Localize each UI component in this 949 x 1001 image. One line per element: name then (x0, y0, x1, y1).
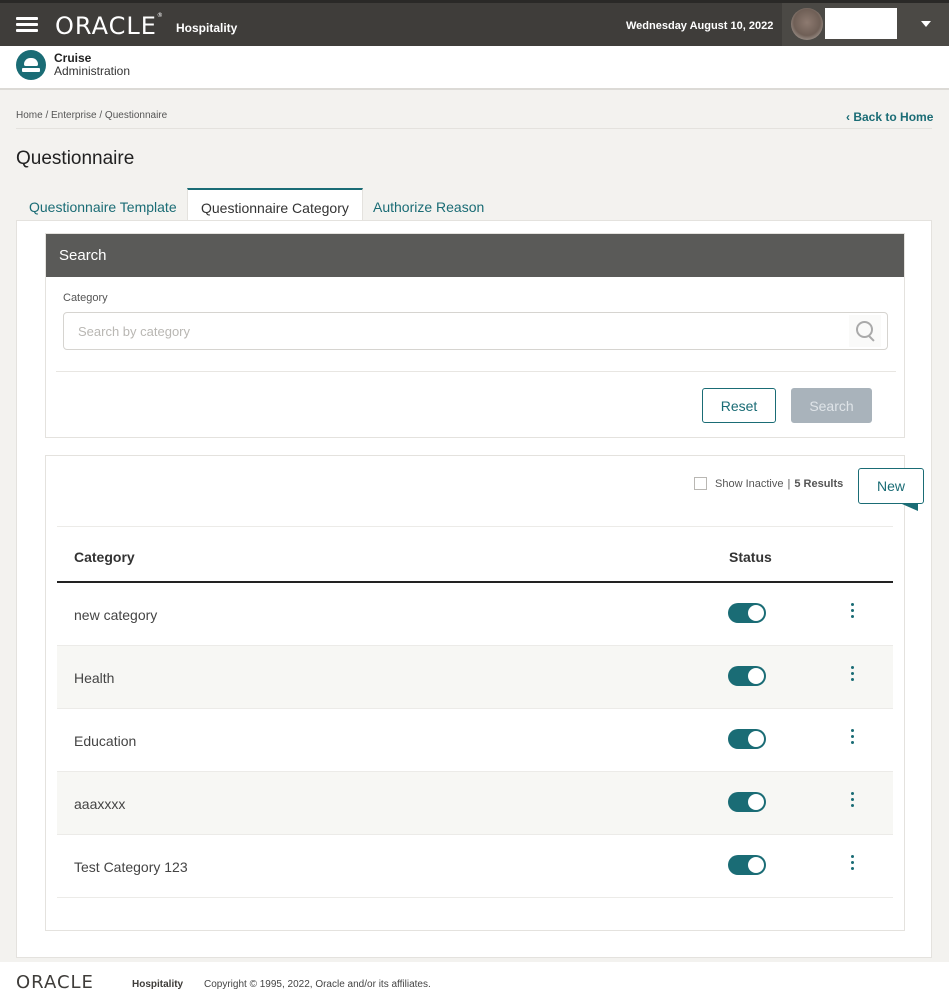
category-search-field[interactable] (63, 312, 888, 350)
category-name: Test Category 123 (74, 859, 188, 875)
app-module: Administration (54, 64, 131, 78)
table-row: Test Category 123 (57, 835, 893, 898)
more-options-icon[interactable] (847, 666, 857, 688)
oracle-logo: ORACLE® (55, 12, 164, 40)
reset-button[interactable]: Reset (702, 388, 776, 423)
column-header-category[interactable]: Category (74, 549, 135, 565)
footer-oracle-logo: ORACLE (16, 972, 94, 993)
username[interactable] (825, 8, 897, 39)
back-to-home-label: Back to Home (853, 110, 934, 124)
caret-down-icon[interactable] (921, 21, 931, 27)
category-name: aaaxxxx (74, 796, 126, 812)
current-date: Wednesday August 10, 2022 (626, 20, 774, 32)
top-navigation-bar: ORACLE® Hospitality Wednesday August 10,… (0, 0, 949, 46)
status-toggle[interactable] (728, 855, 766, 875)
back-to-home-link[interactable]: ‹ Back to Home (846, 110, 933, 124)
table-row: aaaxxxx (57, 772, 893, 835)
user-menu[interactable] (782, 3, 949, 46)
breadcrumb[interactable]: Home / Enterprise / Questionnaire (16, 110, 167, 121)
divider (56, 371, 896, 372)
results-panel: Show Inactive | 5 Results New Category S… (45, 455, 924, 931)
search-button[interactable]: Search (791, 388, 872, 423)
category-name: Education (74, 733, 137, 749)
status-toggle[interactable] (728, 666, 766, 686)
new-button[interactable]: New (858, 468, 924, 504)
search-panel: Search Category Reset Search (45, 233, 905, 438)
tab-content: Search Category Reset Search Show Inacti… (16, 220, 932, 958)
category-name: Health (74, 670, 115, 686)
category-name: new category (74, 607, 158, 623)
search-icon[interactable] (849, 315, 881, 347)
brand-subtitle: Hospitality (176, 21, 238, 35)
table-row: Education (57, 709, 893, 772)
tab-questionnaire-template[interactable]: Questionnaire Template (16, 188, 190, 221)
brand-text: ORACLE (55, 12, 157, 40)
cruise-ship-icon (16, 50, 46, 80)
category-field-label: Category (63, 292, 108, 304)
show-inactive-checkbox[interactable] (694, 477, 707, 490)
new-button-tail (902, 504, 918, 511)
result-count: 5 Results (794, 477, 844, 490)
separator: | (787, 477, 791, 490)
page-title: Questionnaire (16, 148, 135, 169)
more-options-icon[interactable] (847, 855, 857, 877)
more-options-icon[interactable] (847, 792, 857, 814)
table-header: Category Status (57, 527, 893, 583)
show-inactive-control: Show Inactive | 5 Results (694, 477, 843, 490)
table-row: new category (57, 583, 893, 646)
column-header-status[interactable]: Status (729, 549, 772, 565)
app-header: Cruise Administration (0, 46, 949, 90)
tab-questionnaire-category[interactable]: Questionnaire Category (187, 188, 363, 221)
divider (16, 128, 932, 129)
show-inactive-label: Show Inactive (715, 477, 784, 490)
status-toggle[interactable] (728, 792, 766, 812)
category-search-input[interactable] (64, 313, 844, 349)
footer-brand-subtitle: Hospitality (132, 979, 184, 990)
app-name: Cruise (54, 51, 92, 65)
status-toggle[interactable] (728, 729, 766, 749)
user-avatar[interactable] (791, 8, 823, 40)
footer: ORACLE Hospitality Copyright © 1995, 202… (0, 962, 949, 1001)
hamburger-menu-icon[interactable] (16, 17, 38, 33)
tab-authorize-reason[interactable]: Authorize Reason (360, 188, 497, 221)
more-options-icon[interactable] (847, 603, 857, 625)
table-row: Health (57, 646, 893, 709)
category-table: Category Status new category Health Educ… (57, 527, 893, 898)
more-options-icon[interactable] (847, 729, 857, 751)
copyright-text: Copyright © 1995, 2022, Oracle and/or it… (204, 979, 431, 990)
search-panel-title: Search (46, 234, 904, 277)
status-toggle[interactable] (728, 603, 766, 623)
